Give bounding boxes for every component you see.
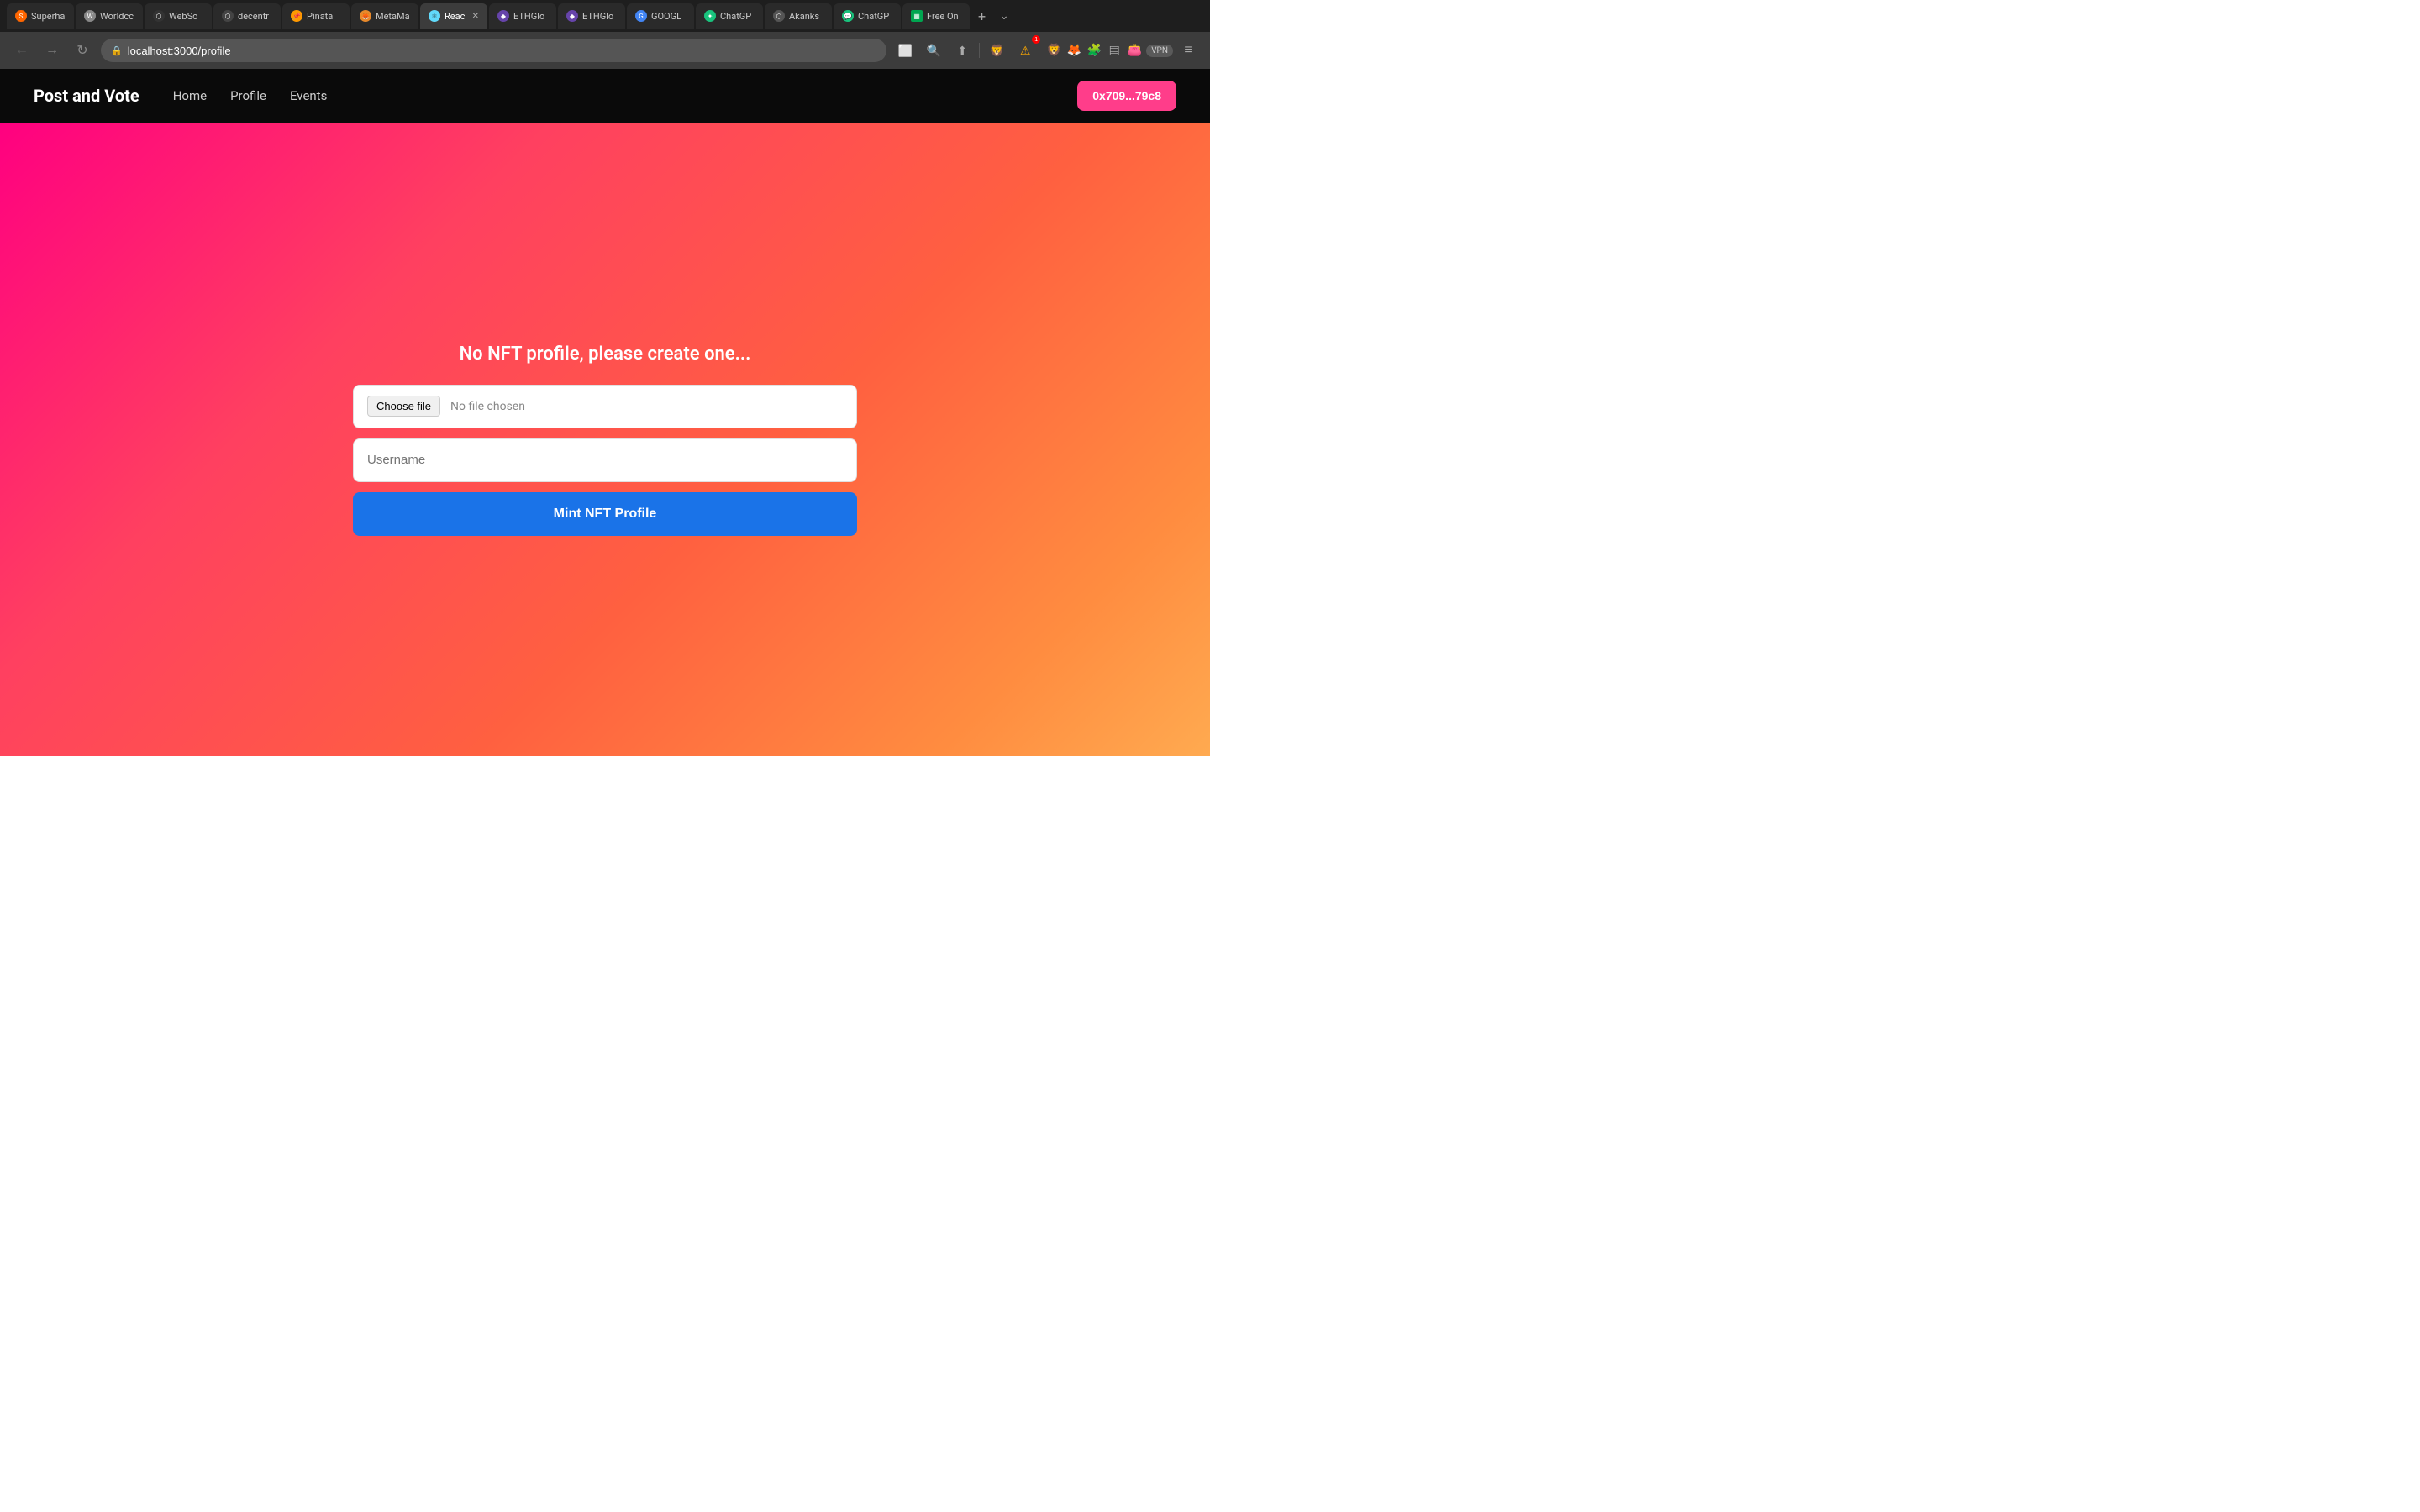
- extension-icons: 🦁 🦊 🧩 ▤ 👛 VPN ≡: [1045, 39, 1200, 62]
- tab-icon-akanks: ⬡: [773, 10, 785, 22]
- tab-label-ethglo2: ETHGlo: [582, 11, 613, 22]
- tab-chatgp1[interactable]: ✦ ChatGP: [696, 3, 763, 29]
- navbar: Post and Vote Home Profile Events 0x709.…: [0, 69, 1210, 123]
- tab-ethglo2[interactable]: ◆ ETHGlo: [558, 3, 625, 29]
- tab-label-react: Reac: [445, 11, 465, 22]
- tab-google[interactable]: G GOOGL: [627, 3, 694, 29]
- ext-icon-puzzle[interactable]: 🧩: [1086, 42, 1102, 59]
- lock-icon: 🔒: [111, 45, 123, 56]
- navbar-nav: Home Profile Events: [173, 88, 1078, 103]
- tab-menu-button[interactable]: ⌄: [994, 9, 1014, 23]
- tab-react[interactable]: ⚛ Reac ✕: [420, 3, 487, 29]
- page-content: Post and Vote Home Profile Events 0x709.…: [0, 69, 1210, 756]
- new-tab-button[interactable]: +: [971, 8, 992, 24]
- tab-label-chatgp1: ChatGP: [720, 11, 751, 22]
- no-profile-text: No NFT profile, please create one...: [460, 344, 751, 365]
- tab-icon-worldcc: W: [84, 10, 96, 22]
- menu-button[interactable]: ≡: [1176, 39, 1200, 62]
- tab-pinata[interactable]: 📌 Pinata: [282, 3, 350, 29]
- tab-icon-chatgp2: 💬: [842, 10, 854, 22]
- tab-label-worldcc: Worldcc: [100, 11, 134, 22]
- tab-bar: S Superha W Worldcc ⬡ WebSo ⬡ decentr 📌 …: [0, 0, 1210, 32]
- tab-freeon[interactable]: ▦ Free On: [902, 3, 970, 29]
- tab-label-metama: MetaMa: [376, 11, 410, 22]
- tab-icon-superha: S: [15, 10, 27, 22]
- ext-icon-wallet[interactable]: 👛: [1126, 42, 1143, 59]
- nav-link-events[interactable]: Events: [290, 88, 327, 103]
- tab-close-react[interactable]: ✕: [472, 12, 479, 21]
- ext-icon-fox[interactable]: 🦊: [1065, 42, 1082, 59]
- tab-icon-chatgp1: ✦: [704, 10, 716, 22]
- navbar-brand: Post and Vote: [34, 86, 139, 106]
- tab-icon-pinata: 📌: [291, 10, 302, 22]
- tab-icon-google: G: [635, 10, 647, 22]
- tab-icon-decentr: ⬡: [222, 10, 234, 22]
- share-button[interactable]: ⬆: [950, 39, 974, 62]
- tab-label-google: GOOGL: [651, 11, 681, 22]
- username-input[interactable]: [353, 438, 857, 482]
- mint-nft-button[interactable]: Mint NFT Profile: [353, 492, 857, 536]
- tab-label-chatgp2: ChatGP: [858, 11, 889, 22]
- search-button[interactable]: 🔍: [922, 39, 945, 62]
- address-input[interactable]: [128, 45, 876, 57]
- tab-icon-webso: ⬡: [153, 10, 165, 22]
- tab-chatgp2[interactable]: 💬 ChatGP: [834, 3, 901, 29]
- brave-shield-button[interactable]: 🦁: [985, 39, 1008, 62]
- tab-worldcc[interactable]: W Worldcc: [76, 3, 143, 29]
- separator: [979, 43, 980, 58]
- ext-icon-sidebar[interactable]: ▤: [1106, 42, 1123, 59]
- vpn-badge[interactable]: VPN: [1146, 45, 1173, 57]
- tab-icon-ethglo1: ◆: [497, 10, 509, 22]
- tab-icon-freeon: ▦: [911, 10, 923, 22]
- screenshot-button[interactable]: ⬜: [893, 39, 917, 62]
- toolbar-actions: ⬜ 🔍 ⬆ 🦁 ⚠ 🦁 🦊 🧩 ▤ 👛 VPN ≡: [893, 39, 1200, 62]
- tab-icon-ethglo2: ◆: [566, 10, 578, 22]
- tab-icon-metama: 🦊: [360, 10, 371, 22]
- choose-file-button[interactable]: Choose file: [367, 396, 440, 417]
- browser-chrome: S Superha W Worldcc ⬡ WebSo ⬡ decentr 📌 …: [0, 0, 1210, 69]
- tab-icon-react: ⚛: [429, 10, 440, 22]
- toolbar: ← → ↻ 🔒 ⬜ 🔍 ⬆ 🦁 ⚠ 🦁 🦊 🧩 ▤ 👛 VPN ≡: [0, 32, 1210, 69]
- brave-alert-button[interactable]: ⚠: [1013, 39, 1037, 62]
- tab-superha[interactable]: S Superha: [7, 3, 74, 29]
- forward-button[interactable]: →: [40, 39, 64, 62]
- tab-label-akanks: Akanks: [789, 11, 819, 22]
- tab-label-decentr: decentr: [238, 11, 269, 22]
- ext-icon-brave[interactable]: 🦁: [1045, 42, 1062, 59]
- tab-label-ethglo1: ETHGlo: [513, 11, 544, 22]
- back-button[interactable]: ←: [10, 39, 34, 62]
- tab-metama[interactable]: 🦊 MetaMa: [351, 3, 418, 29]
- nav-link-profile[interactable]: Profile: [230, 88, 266, 103]
- tab-akanks[interactable]: ⬡ Akanks: [765, 3, 832, 29]
- no-file-text: No file chosen: [450, 400, 525, 413]
- wallet-button[interactable]: 0x709...79c8: [1077, 81, 1176, 111]
- profile-form: Choose file No file chosen Mint NFT Prof…: [353, 385, 857, 536]
- main-area: No NFT profile, please create one... Cho…: [0, 123, 1210, 756]
- tab-ethglo1[interactable]: ◆ ETHGlo: [489, 3, 556, 29]
- file-input-wrapper: Choose file No file chosen: [353, 385, 857, 428]
- reload-button[interactable]: ↻: [71, 39, 94, 62]
- tab-decentr[interactable]: ⬡ decentr: [213, 3, 281, 29]
- tab-label-superha: Superha: [31, 11, 65, 22]
- tab-label-pinata: Pinata: [307, 11, 333, 22]
- tab-label-freeon: Free On: [927, 11, 959, 22]
- tab-label-webso: WebSo: [169, 11, 197, 22]
- nav-link-home[interactable]: Home: [173, 88, 207, 103]
- tab-webso[interactable]: ⬡ WebSo: [145, 3, 212, 29]
- address-bar: 🔒: [101, 39, 886, 62]
